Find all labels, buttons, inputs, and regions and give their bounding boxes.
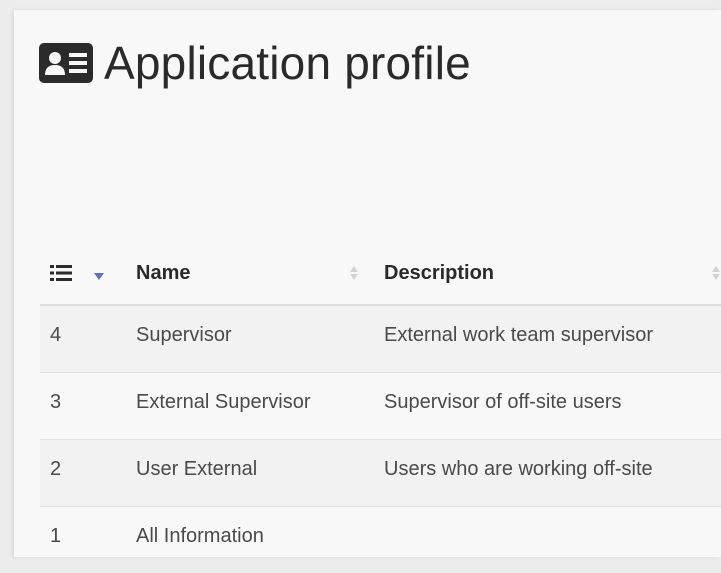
cell-description: Users who are working off-site [384,457,653,480]
list-icon [50,264,72,282]
cell-description: Supervisor of off-site users [384,390,622,413]
sort-descending-icon[interactable] [94,265,104,281]
column-header-name-label: Name [136,261,191,284]
cell-name: User External [136,457,258,480]
table-row[interactable]: 4 Supervisor External work team supervis… [40,306,721,373]
column-header-description-label: Description [384,261,495,284]
table-row[interactable]: 1 All Information [40,507,721,573]
table-header: Name Description [40,242,721,306]
cell-id: 1 [50,524,62,547]
table-row[interactable]: 3 External Supervisor Supervisor of off-… [40,373,721,440]
profiles-table: Name Description 4 Supervisor External w… [40,242,721,573]
cell-id: 4 [50,323,62,346]
sort-unsorted-icon[interactable] [712,266,720,280]
column-header-name[interactable]: Name [136,242,366,304]
sort-unsorted-icon[interactable] [350,266,358,280]
cell-id: 2 [50,457,62,480]
cell-description: External work team supervisor [384,323,653,346]
page-header: Application profile [38,32,471,94]
application-profile-panel: Application profile Name Description 4 S… [14,10,721,557]
column-header-id[interactable] [50,242,130,304]
id-card-icon [38,41,96,85]
cell-name: Supervisor [136,323,232,346]
table-row[interactable]: 2 User External Users who are working of… [40,440,721,507]
page-title: Application profile [104,37,471,89]
cell-id: 3 [50,390,62,413]
column-header-description[interactable]: Description [384,242,721,304]
cell-name: External Supervisor [136,390,311,413]
cell-name: All Information [136,524,264,547]
